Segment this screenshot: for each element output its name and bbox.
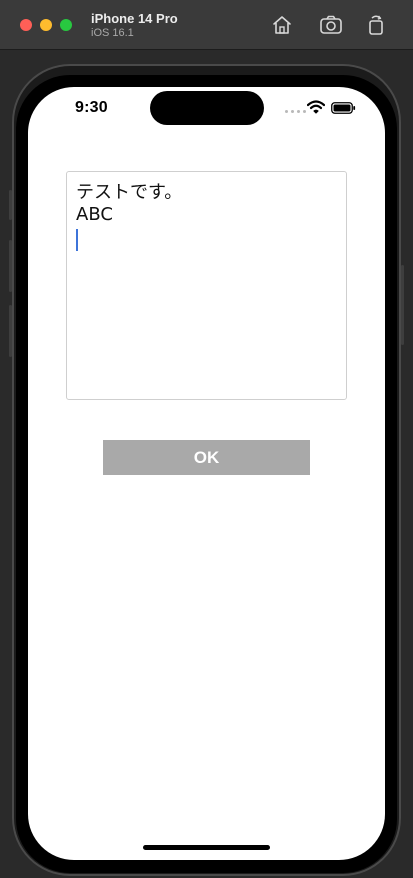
battery-icon — [331, 102, 356, 114]
text-input-area[interactable]: テストです。 ABC — [66, 171, 347, 400]
os-version: iOS 16.1 — [91, 27, 134, 39]
device-title: iPhone 14 Pro iOS 16.1 — [91, 11, 178, 40]
text-line-2: ABC — [76, 204, 113, 225]
text-line-1: テストです。 — [76, 182, 183, 203]
status-time: 9:30 — [75, 99, 108, 116]
title-bar: iPhone 14 Pro iOS 16.1 — [0, 0, 413, 50]
screenshot-icon — [320, 15, 342, 34]
phone-screen: 9:30 テストです。 ABC OK — [28, 87, 385, 860]
ok-button[interactable]: OK — [103, 440, 310, 475]
home-indicator[interactable] — [143, 845, 270, 850]
action-button — [9, 190, 12, 220]
simulator-window: iPhone 14 Pro iOS 16.1 9:30 テストです。 ABC O… — [0, 0, 413, 878]
rotate-icon — [369, 15, 383, 35]
minimize-window-button[interactable] — [40, 19, 52, 31]
zoom-window-button[interactable] — [60, 19, 72, 31]
rotate-button[interactable] — [363, 12, 389, 38]
home-button[interactable] — [269, 12, 295, 38]
power-button — [401, 265, 404, 345]
dynamic-island — [150, 91, 264, 125]
device-name: iPhone 14 Pro — [91, 11, 178, 26]
cellular-signal-icon — [285, 110, 306, 113]
wifi-icon — [307, 100, 325, 114]
volume-up-button — [9, 240, 12, 292]
home-icon — [273, 16, 291, 34]
text-caret — [76, 229, 78, 251]
close-window-button[interactable] — [20, 19, 32, 31]
volume-down-button — [9, 305, 12, 357]
screenshot-button[interactable] — [318, 12, 344, 38]
